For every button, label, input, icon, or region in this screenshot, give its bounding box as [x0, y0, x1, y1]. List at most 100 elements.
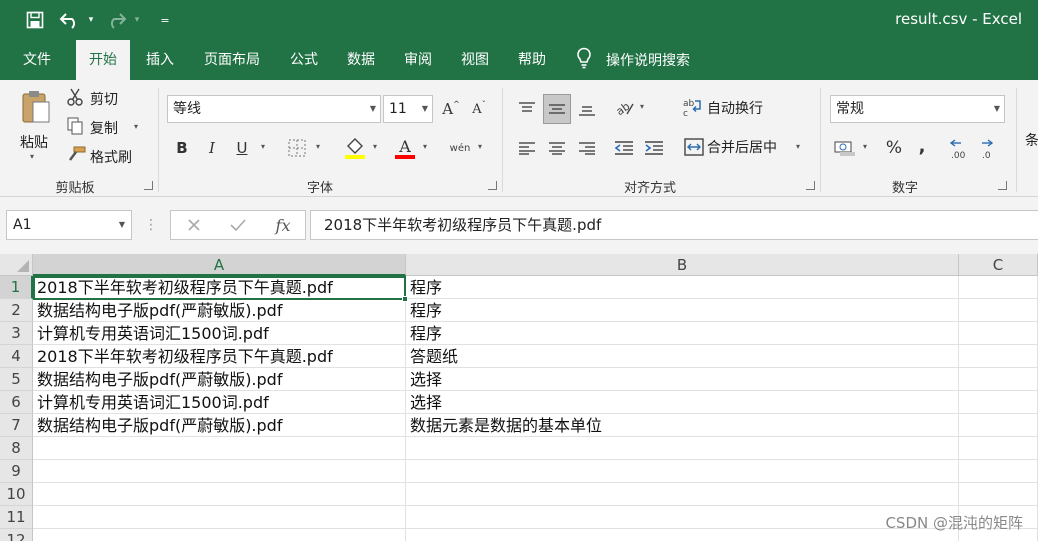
cell-c[interactable]: [959, 437, 1038, 460]
accounting-dropdown-icon[interactable]: ▾: [863, 142, 867, 151]
cell-a[interactable]: [33, 483, 406, 506]
top-align-icon[interactable]: [514, 96, 540, 122]
row-header[interactable]: 2: [0, 299, 33, 322]
undo-icon[interactable]: [58, 8, 82, 32]
cell-c[interactable]: [959, 276, 1038, 299]
borders-icon[interactable]: [286, 137, 308, 159]
row-header[interactable]: 9: [0, 460, 33, 483]
tab-review[interactable]: 审阅: [392, 40, 444, 80]
percent-icon[interactable]: %: [882, 136, 906, 160]
fill-handle[interactable]: [402, 296, 408, 302]
cell-a[interactable]: 数据结构电子版pdf(严蔚敏版).pdf: [33, 368, 406, 391]
row-header[interactable]: 11: [0, 506, 33, 529]
alignment-launcher-icon[interactable]: [806, 181, 815, 190]
cell-b[interactable]: [406, 529, 959, 541]
cell-a[interactable]: [33, 529, 406, 541]
cell-a[interactable]: 计算机专用英语词汇1500词.pdf: [33, 322, 406, 345]
cell-b[interactable]: 答题纸: [406, 345, 959, 368]
wrap-text-button[interactable]: 自动换行: [707, 98, 763, 118]
borders-dropdown-icon[interactable]: ▾: [316, 142, 320, 151]
cell-b[interactable]: 程序: [406, 276, 959, 299]
customize-qat-icon[interactable]: =: [156, 8, 174, 32]
cell-c[interactable]: [959, 322, 1038, 345]
cell-a[interactable]: 数据结构电子版pdf(严蔚敏版).pdf: [33, 414, 406, 437]
redo-icon[interactable]: [104, 8, 128, 32]
row-header[interactable]: 8: [0, 437, 33, 460]
redo-dropdown-icon[interactable]: ▾: [130, 8, 144, 32]
save-icon[interactable]: [24, 8, 46, 32]
tab-insert[interactable]: 插入: [134, 40, 186, 80]
more-options-icon[interactable]: ⋮: [144, 213, 158, 237]
decrease-font-size-icon[interactable]: Aˇ: [468, 98, 490, 120]
bold-button[interactable]: B: [170, 136, 194, 160]
select-all-button[interactable]: [0, 254, 33, 276]
align-center-icon[interactable]: [544, 136, 570, 160]
cell-a[interactable]: 2018下半年软考初级程序员下午真题.pdf: [33, 276, 406, 299]
enter-icon[interactable]: [227, 214, 249, 236]
row-header[interactable]: 5: [0, 368, 33, 391]
column-header-b[interactable]: B: [406, 254, 959, 276]
cell-b[interactable]: 数据元素是数据的基本单位: [406, 414, 959, 437]
cell-b[interactable]: 程序: [406, 299, 959, 322]
cell-b[interactable]: 选择: [406, 368, 959, 391]
cell-a[interactable]: [33, 460, 406, 483]
underline-dropdown-icon[interactable]: ▾: [261, 142, 265, 151]
row-header[interactable]: 3: [0, 322, 33, 345]
row-header[interactable]: 12: [0, 529, 33, 541]
decrease-decimal-icon[interactable]: .0: [979, 135, 1003, 161]
orientation-icon[interactable]: ab: [612, 96, 636, 120]
copy-dropdown-icon[interactable]: ▾: [134, 122, 138, 131]
tab-page-layout[interactable]: 页面布局: [192, 40, 272, 80]
formula-input[interactable]: 2018下半年软考初级程序员下午真题.pdf: [310, 210, 1038, 240]
fill-color-dropdown-icon[interactable]: ▾: [373, 142, 377, 151]
italic-button[interactable]: I: [200, 136, 224, 160]
font-color-icon[interactable]: A: [393, 135, 417, 161]
row-header[interactable]: 6: [0, 391, 33, 414]
font-name-select[interactable]: 等线 ▼: [167, 95, 381, 123]
row-header[interactable]: 10: [0, 483, 33, 506]
font-launcher-icon[interactable]: [488, 181, 497, 190]
cell-b[interactable]: [406, 460, 959, 483]
cell-b[interactable]: [406, 437, 959, 460]
phonetic-dropdown-icon[interactable]: ▾: [478, 142, 482, 151]
orientation-dropdown-icon[interactable]: ▾: [640, 102, 644, 111]
align-left-icon[interactable]: [514, 136, 540, 160]
cell-c[interactable]: [959, 345, 1038, 368]
column-header-a[interactable]: A: [33, 254, 406, 276]
cell-a[interactable]: [33, 506, 406, 529]
cell-a[interactable]: [33, 437, 406, 460]
cell-c[interactable]: [959, 460, 1038, 483]
cell-c[interactable]: [959, 368, 1038, 391]
decrease-indent-icon[interactable]: [612, 136, 636, 160]
cell-b[interactable]: 选择: [406, 391, 959, 414]
merge-center-button[interactable]: 合并后居中: [707, 137, 777, 157]
cell-b[interactable]: [406, 506, 959, 529]
phonetic-guide-icon[interactable]: wén: [448, 135, 472, 161]
undo-dropdown-icon[interactable]: ▾: [84, 8, 98, 32]
tab-home[interactable]: 开始: [76, 40, 130, 80]
tab-formulas[interactable]: 公式: [278, 40, 330, 80]
increase-font-size-icon[interactable]: A ^: [440, 98, 462, 120]
cell-c[interactable]: [959, 414, 1038, 437]
clipboard-launcher-icon[interactable]: [144, 181, 153, 190]
increase-indent-icon[interactable]: [642, 136, 666, 160]
row-header[interactable]: 7: [0, 414, 33, 437]
tab-data[interactable]: 数据: [335, 40, 387, 80]
accounting-format-icon[interactable]: [833, 136, 857, 160]
increase-decimal-icon[interactable]: .00: [948, 135, 972, 161]
merge-dropdown-icon[interactable]: ▾: [796, 142, 800, 151]
paste-button[interactable]: 粘贴: [20, 132, 48, 152]
cell-c[interactable]: [959, 299, 1038, 322]
number-format-select[interactable]: 常规 ▼: [830, 95, 1005, 123]
cell-a[interactable]: 2018下半年软考初级程序员下午真题.pdf: [33, 345, 406, 368]
tab-help[interactable]: 帮助: [506, 40, 558, 80]
comma-style-icon[interactable]: ,: [914, 134, 930, 158]
middle-align-icon[interactable]: [543, 94, 571, 124]
font-color-dropdown-icon[interactable]: ▾: [423, 142, 427, 151]
cancel-icon[interactable]: [183, 214, 205, 236]
tab-file[interactable]: 文件: [10, 40, 64, 80]
column-header-c[interactable]: C: [959, 254, 1038, 276]
align-right-icon[interactable]: [574, 136, 600, 160]
cell-a[interactable]: 数据结构电子版pdf(严蔚敏版).pdf: [33, 299, 406, 322]
tab-view[interactable]: 视图: [449, 40, 501, 80]
